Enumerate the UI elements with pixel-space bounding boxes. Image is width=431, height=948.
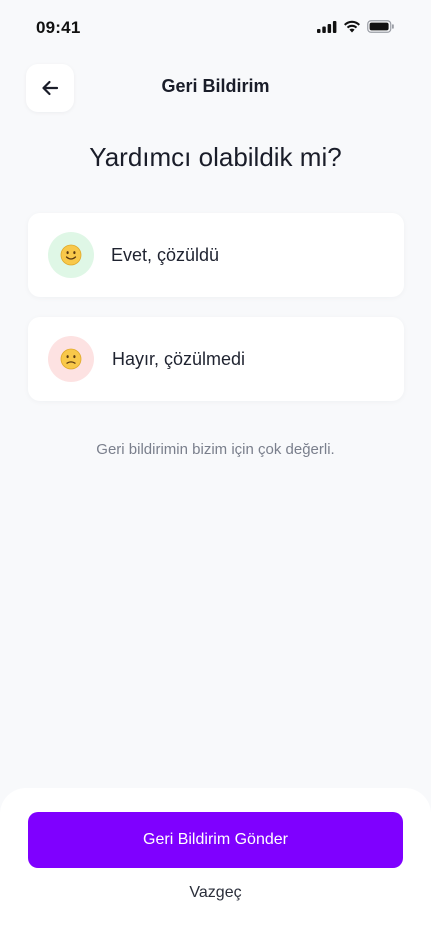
battery-icon	[367, 20, 394, 33]
cancel-button[interactable]: Vazgeç	[0, 884, 431, 902]
emoji-badge	[48, 336, 94, 382]
cellular-signal-icon	[317, 20, 337, 33]
question-heading: Yardımcı olabildik mi?	[89, 142, 342, 172]
emoji-badge	[48, 232, 94, 278]
bottom-sheet: Geri Bildirim Gönder Vazgeç	[0, 788, 431, 948]
confused-face-icon	[60, 348, 82, 370]
option-resolved[interactable]: Evet, çözüldü	[28, 213, 404, 297]
wifi-icon	[344, 20, 360, 33]
slightly-smiling-face-icon	[60, 244, 82, 266]
option-label: Evet, çözüldü	[111, 244, 220, 265]
header: Geri Bildirim	[0, 62, 431, 112]
status-icons	[317, 20, 395, 33]
hint-text: Geri bildirimin bizim için çok değerli.	[96, 441, 335, 458]
status-bar: 09:41	[0, 0, 431, 60]
option-not-resolved[interactable]: Hayır, çözülmedi	[28, 317, 404, 401]
option-label: Hayır, çözülmedi	[112, 348, 246, 369]
page-title: Geri Bildirim	[161, 76, 270, 96]
status-time: 09:41	[36, 18, 81, 37]
submit-feedback-button[interactable]: Geri Bildirim Gönder	[28, 812, 403, 868]
